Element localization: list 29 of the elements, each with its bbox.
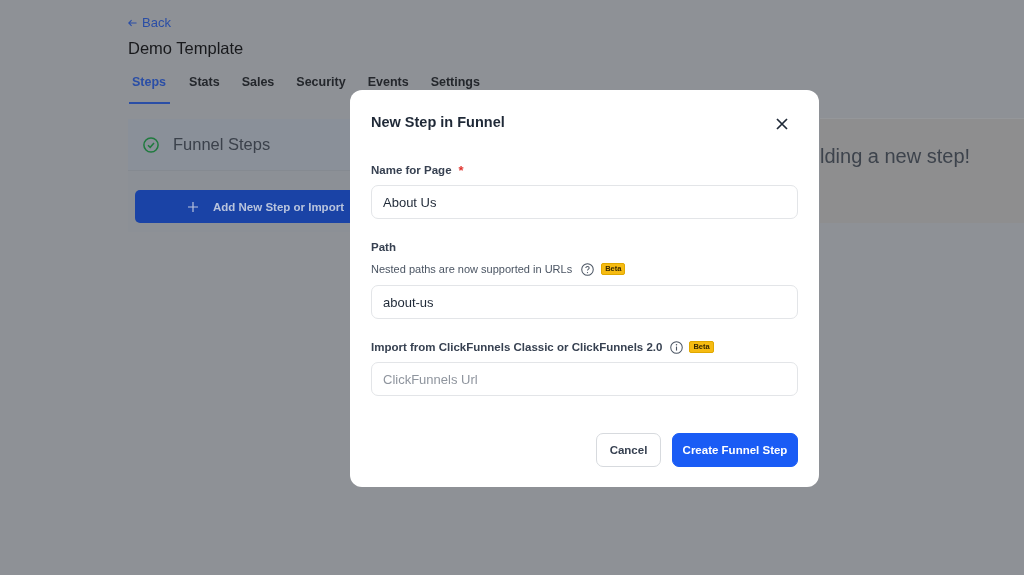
back-link[interactable]: Back bbox=[128, 15, 171, 31]
required-mark: * bbox=[458, 162, 464, 178]
add-step-button[interactable]: Add New Step or Import bbox=[135, 190, 350, 223]
page-title: Demo Template bbox=[128, 38, 244, 59]
check-circle-icon bbox=[143, 136, 159, 153]
plus-icon bbox=[188, 201, 198, 212]
input-field[interactable]: ClickFunnels Url bbox=[371, 362, 798, 396]
input-field[interactable]: About Us bbox=[371, 185, 798, 219]
arrow-left-icon bbox=[128, 19, 137, 27]
card-title: Funnel Steps bbox=[173, 135, 271, 154]
tab[interactable]: Steps bbox=[129, 68, 171, 104]
field-label: Path bbox=[371, 240, 396, 255]
help-icon[interactable] bbox=[581, 262, 595, 276]
tab[interactable]: Events bbox=[364, 68, 412, 104]
close-button[interactable] bbox=[774, 116, 790, 132]
create-button[interactable]: Create Funnel Step bbox=[672, 433, 798, 467]
info-icon[interactable] bbox=[670, 340, 684, 354]
field-label: Import from ClickFunnels Classic or ClickFunnels 2.0 bbox=[371, 340, 663, 355]
tab[interactable]: Stats bbox=[186, 68, 223, 104]
info-text: lding a new step! bbox=[820, 144, 971, 168]
modal-title: New Step in Funnel bbox=[371, 113, 505, 132]
tab[interactable]: Settings bbox=[427, 68, 483, 104]
close-icon bbox=[776, 118, 788, 130]
cancel-button[interactable]: Cancel bbox=[596, 433, 661, 467]
tab[interactable]: Sales bbox=[238, 68, 278, 104]
input-field[interactable]: about-us bbox=[371, 285, 798, 319]
tab[interactable]: Security bbox=[293, 68, 349, 104]
field-label: Name for Page bbox=[371, 163, 452, 178]
field-hint: Nested paths are now supported in URLs bbox=[371, 262, 573, 276]
